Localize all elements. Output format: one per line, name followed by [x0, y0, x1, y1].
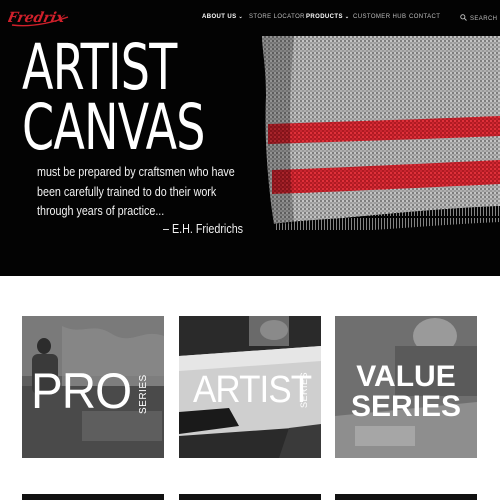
tile-title: ARTIST: [193, 369, 312, 411]
nav-about-us[interactable]: ABOUT US ⌄: [202, 14, 243, 20]
nav-products[interactable]: PRODUCTS ⌄: [306, 14, 349, 20]
main-navigation: Fredrix ABOUT US ⌄ STORE LOCATOR PRODUCTS…: [0, 0, 500, 36]
search-icon: [460, 14, 467, 21]
chevron-down-icon: ⌄: [344, 14, 350, 20]
tile-pro-series[interactable]: PRO SERIES: [22, 316, 164, 458]
nav-store-locator[interactable]: STORE LOCATOR: [249, 14, 305, 20]
nav-search[interactable]: SEARCH: [460, 14, 497, 22]
tile-subtitle: SERIES: [138, 374, 149, 414]
hero-headline-line1: ARTIST: [22, 31, 177, 104]
quote-line: been carefully trained to do their work: [37, 184, 217, 199]
next-row-tile[interactable]: [22, 494, 164, 500]
nav-contact[interactable]: CONTACT: [409, 14, 440, 20]
chevron-down-icon: ⌄: [238, 14, 244, 20]
tile-artist-series[interactable]: ARTIST SERIES: [179, 316, 321, 458]
quote-line: must be prepared by craftsmen who have: [37, 165, 235, 179]
tile-value-series[interactable]: VALUE SERIES: [335, 316, 477, 458]
tile-title: PRO: [31, 363, 132, 419]
next-row-tile[interactable]: [179, 494, 321, 500]
hero-banner: Fredrix ABOUT US ⌄ STORE LOCATOR PRODUCTS…: [0, 0, 500, 276]
quote-attribution: – E.H. Friedrichs: [163, 222, 244, 236]
tile-subtitle: SERIES: [299, 371, 309, 408]
next-row-tile[interactable]: [335, 494, 477, 500]
hero-headline-line2: CANVAS: [22, 91, 206, 164]
quote-line: through years of practice...: [37, 204, 165, 218]
nav-customer-hub[interactable]: CUSTOMER HUB: [353, 14, 406, 20]
tile-title: VALUE SERIES: [351, 360, 462, 423]
hero-quote: must be prepared by craftsmen who have b…: [37, 163, 235, 222]
canvas-fabric-image: [262, 36, 500, 232]
